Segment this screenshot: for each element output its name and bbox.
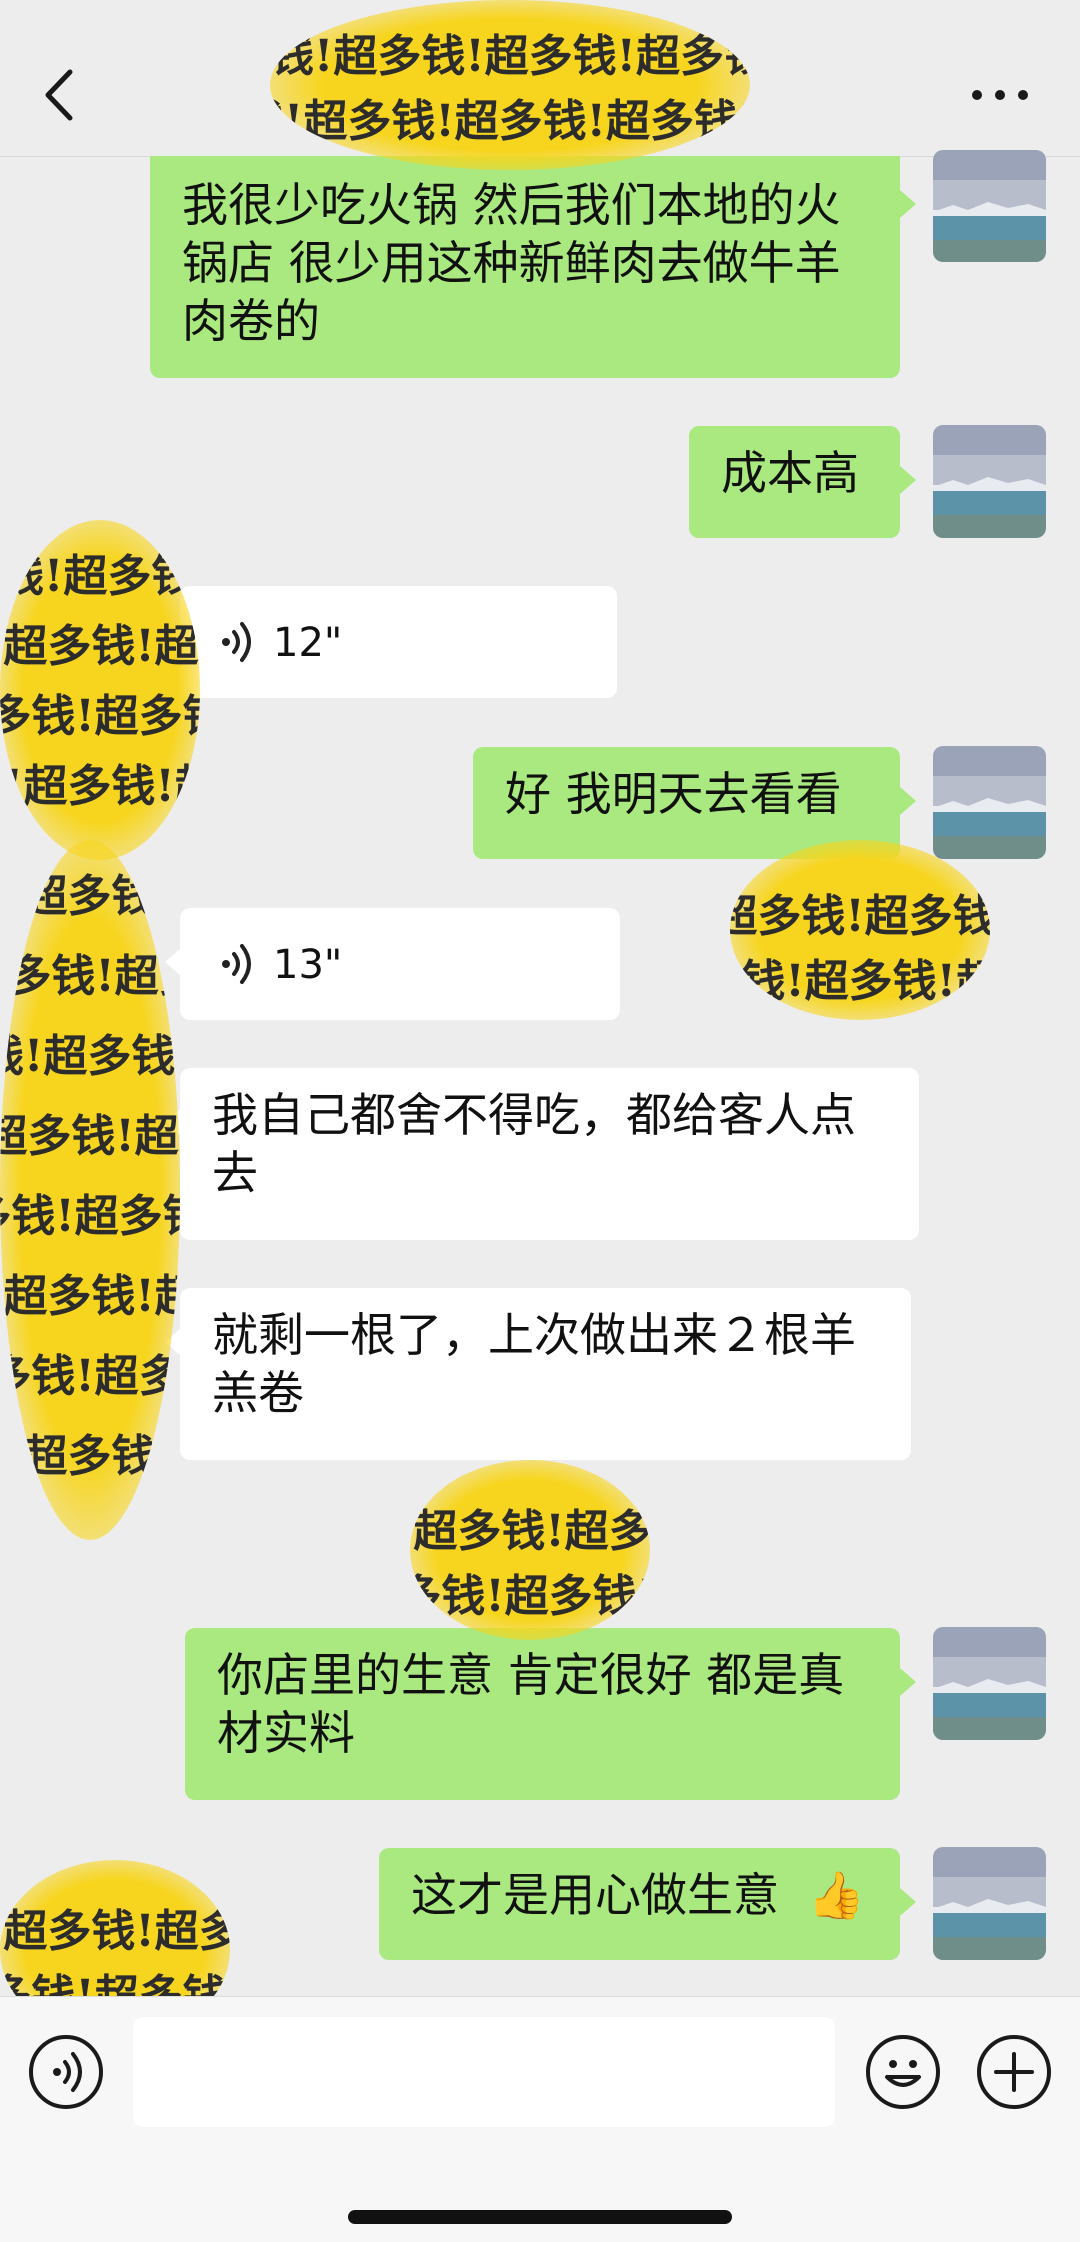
input-bar: [0, 1996, 1080, 2242]
bubble-tail: [900, 466, 916, 494]
sticker-overlay: 钱!超多钱!超多钱!超多钱!超 钱!超多钱!超多钱!超多钱!超: [410, 1460, 650, 1640]
home-indicator[interactable]: [348, 2210, 732, 2224]
voice-wave-icon: [222, 944, 251, 984]
message-bubble-received[interactable]: 我自己都舍不得吃，都给客人点去: [180, 1068, 919, 1240]
voice-duration: 12": [273, 620, 343, 666]
message-bubble-sent[interactable]: 成本高: [689, 426, 900, 538]
bubble-tail: [900, 1668, 916, 1696]
message-text: 就剩一根了，上次做出来２根羊羔卷: [212, 1308, 856, 1420]
landscape-avatar-icon: [933, 746, 1046, 859]
message-bubble-sent[interactable]: 你店里的生意 肯定很好 都是真材实料: [185, 1628, 900, 1800]
landscape-avatar-icon: [933, 425, 1046, 538]
landscape-avatar-icon: [933, 1627, 1046, 1740]
thumbs-up-emoji: 👍: [807, 1868, 865, 1922]
more-button[interactable]: [965, 70, 1035, 120]
voice-mode-icon: [53, 2052, 82, 2092]
landscape-avatar-icon: [933, 1847, 1046, 1960]
bubble-tail: [900, 190, 916, 218]
plus-button[interactable]: [977, 2035, 1051, 2109]
avatar[interactable]: [933, 1847, 1046, 1960]
message-bubble-sent[interactable]: 我很少吃火锅 然后我们本地的火锅店 很少用这种新鲜肉去做牛羊肉卷的: [150, 156, 900, 378]
voice-duration: 13": [273, 942, 343, 988]
voice-mode-button[interactable]: [29, 2035, 103, 2109]
avatar[interactable]: [933, 150, 1046, 262]
message-bubble-received[interactable]: 就剩一根了，上次做出来２根羊羔卷: [180, 1288, 911, 1460]
chat-screen: 我很少吃火锅 然后我们本地的火锅店 很少用这种新鲜肉去做牛羊肉卷的 成本高 12…: [0, 0, 1080, 2242]
sticker-overlay: 钱!超多钱!超多钱!超多钱!超 钱!超多钱!超多钱!超多钱!超: [270, 0, 750, 170]
back-button[interactable]: [30, 60, 90, 130]
message-text: 好 我明天去看看: [505, 767, 842, 821]
landscape-avatar-icon: [933, 150, 1046, 262]
voice-message-bubble[interactable]: 12": [180, 586, 617, 698]
plus-icon: [994, 2052, 1034, 2092]
chevron-left-icon: [45, 69, 73, 121]
avatar[interactable]: [933, 746, 1046, 859]
sticker-overlay: 钱!超多钱!超多钱!超多钱!超 钱!超多钱!超多钱!超多钱!超: [730, 840, 990, 1020]
sticker-overlay: 钱!超多钱!超多钱!超多钱!超 钱!超多钱!超多钱!超多钱!超 钱!超多钱!超多…: [0, 520, 200, 860]
message-text: 你店里的生意 肯定很好 都是真材实料: [217, 1648, 845, 1760]
message-text: 我很少吃火锅 然后我们本地的火锅店 很少用这种新鲜肉去做牛羊肉卷的: [182, 178, 841, 348]
message-bubble-sent[interactable]: 这才是用心做生意 👍: [379, 1848, 900, 1960]
avatar[interactable]: [933, 1627, 1046, 1740]
emoji-icon: [885, 2060, 921, 2087]
voice-message-bubble[interactable]: 13": [180, 908, 620, 1020]
message-input[interactable]: [133, 2017, 835, 2127]
avatar[interactable]: [933, 425, 1046, 538]
message-text: 这才是用心做生意: [411, 1868, 779, 1922]
message-text: 成本高: [721, 446, 859, 500]
emoji-button[interactable]: [866, 2035, 940, 2109]
more-dots-icon: [972, 90, 1028, 100]
bubble-tail: [900, 787, 916, 815]
message-text: 我自己都舍不得吃，都给客人点去: [212, 1088, 856, 1200]
bubble-tail: [900, 1888, 916, 1916]
voice-wave-icon: [222, 622, 251, 662]
sticker-overlay: 钱!超多钱!超多钱!超多钱!超 钱!超多钱!超多钱!超多钱!超 钱!超多钱!超多…: [0, 840, 180, 1540]
